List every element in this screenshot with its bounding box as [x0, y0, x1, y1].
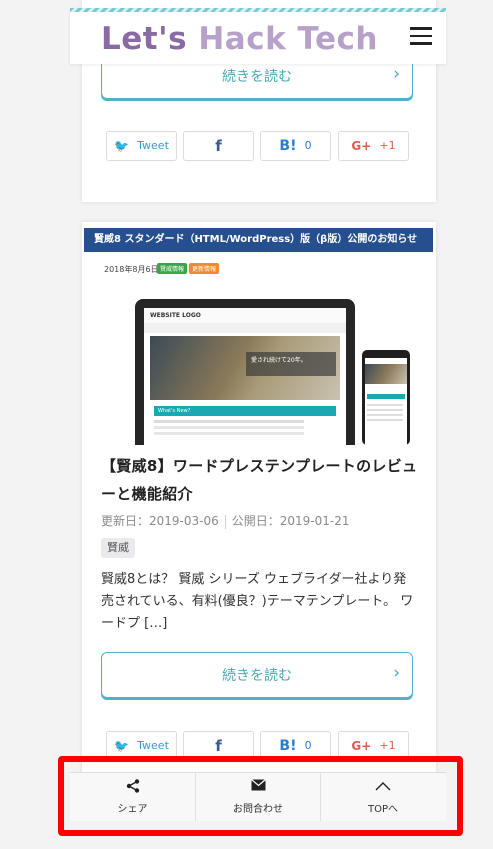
thumbnail-tag-orange: 更新情報 [189, 263, 220, 274]
tweet-label: Tweet [137, 739, 169, 752]
share-buttons-row: 🐦 Tweet f B! 0 G+ +1 [106, 131, 412, 163]
monitor-mockup: WEBSITE LOGO 愛され続けて20年。 What's New? [135, 299, 355, 445]
facebook-icon: f [215, 137, 222, 155]
chevron-up-icon [321, 779, 445, 795]
phone-bar [367, 394, 405, 399]
phone-lines [367, 404, 403, 406]
top-action-label: TOPへ [367, 804, 398, 815]
share-action-button[interactable]: シェア [70, 773, 195, 821]
site-header: Let's Hack Tech [70, 8, 446, 64]
hamburger-menu-icon[interactable] [410, 27, 432, 45]
mock-section-title: What's New? [158, 408, 191, 414]
tweet-button[interactable]: 🐦 Tweet [106, 131, 177, 161]
article-excerpt: 賢威8とは？ 賢威 シリーズ ウェブライダー社より発売されている、有料(優良？)… [101, 572, 414, 631]
google-plus-button[interactable]: G+ +1 [338, 131, 409, 161]
mock-nav [144, 324, 346, 333]
share-icon [70, 779, 195, 795]
mock-hero-text: 愛され続けて20年。 [246, 352, 336, 376]
twitter-bird-icon: 🐦 [114, 139, 130, 153]
hatena-count: 0 [304, 739, 312, 752]
google-plus-button[interactable]: G+ +1 [338, 731, 409, 761]
phone-hero [365, 364, 407, 384]
twitter-bird-icon: 🐦 [114, 739, 130, 753]
thumbnail-banner: 賢威8 スタンダード（HTML/WordPress）版（β版）公開のお知らせ [84, 228, 433, 252]
tweet-button[interactable]: 🐦 Tweet [106, 731, 177, 761]
phone-screen [365, 358, 407, 445]
top-action-button[interactable]: TOPへ [320, 773, 445, 821]
read-more-label: 続きを読む [222, 668, 292, 684]
article-thumbnail[interactable]: 賢威8 スタンダード（HTML/WordPress）版（β版）公開のお知らせ 2… [82, 225, 436, 445]
envelope-icon [196, 779, 320, 795]
gplus-count: +1 [379, 139, 396, 152]
hatena-bookmark-icon: B! [279, 738, 297, 754]
updated-date: 更新日：2019-03-06 [101, 514, 219, 528]
article-meta: 更新日：2019-03-06 公開日：2019-01-21 [101, 512, 350, 529]
contact-action-label: お問合わせ [233, 804, 283, 815]
thumbnail-tag-green: 賢威情報 [157, 263, 188, 274]
facebook-share-button[interactable]: f [183, 731, 254, 761]
phone-mockup [362, 350, 410, 445]
gplus-count: +1 [379, 739, 396, 752]
published-date: 公開日：2019-01-21 [231, 514, 350, 528]
tweet-label: Tweet [137, 139, 169, 152]
header-stripe [70, 8, 446, 12]
mock-section-bar: What's New? [154, 406, 336, 416]
hatena-bookmark-icon: B! [279, 138, 297, 154]
facebook-share-button[interactable]: f [183, 131, 254, 161]
hatena-bookmark-button[interactable]: B! 0 [260, 731, 331, 761]
thumbnail-date: 2018年8月6日 [104, 265, 159, 274]
google-plus-icon: G+ [351, 739, 372, 753]
site-logo[interactable]: Let's Hack Tech [101, 19, 378, 59]
contact-action-button[interactable]: お問合わせ [195, 773, 320, 821]
mock-text-lines [154, 420, 304, 423]
mock-hero-image: 愛され続けて20年。 [150, 336, 340, 400]
share-buttons-row: 🐦 Tweet f B! 0 G+ +1 [106, 731, 412, 763]
chevron-right-icon: › [393, 663, 400, 683]
read-more-label: 続きを読む [222, 69, 292, 85]
mock-logo: WEBSITE LOGO [144, 308, 346, 324]
article-title[interactable]: 【賢威8】ワードプレステンプレートのレビューと機能紹介 [101, 452, 419, 508]
read-more-button[interactable]: 続きを読む › [101, 652, 413, 698]
google-plus-icon: G+ [351, 139, 372, 153]
monitor-screen: WEBSITE LOGO 愛され続けて20年。 What's New? [144, 308, 346, 445]
logo-part1: Let's [101, 21, 188, 57]
chevron-right-icon: › [393, 64, 400, 84]
hatena-count: 0 [304, 139, 312, 152]
category-tag[interactable]: 賢威 [101, 538, 135, 558]
article-card: 賢威8 スタンダード（HTML/WordPress）版（β版）公開のお知らせ 2… [82, 222, 436, 782]
bottom-action-bar: シェア お問合わせ TOPへ [70, 772, 446, 821]
share-action-label: シェア [117, 804, 148, 815]
meta-divider [224, 514, 226, 529]
hatena-bookmark-button[interactable]: B! 0 [260, 131, 331, 161]
facebook-icon: f [215, 737, 222, 755]
logo-part2: Hack Tech [198, 21, 378, 57]
